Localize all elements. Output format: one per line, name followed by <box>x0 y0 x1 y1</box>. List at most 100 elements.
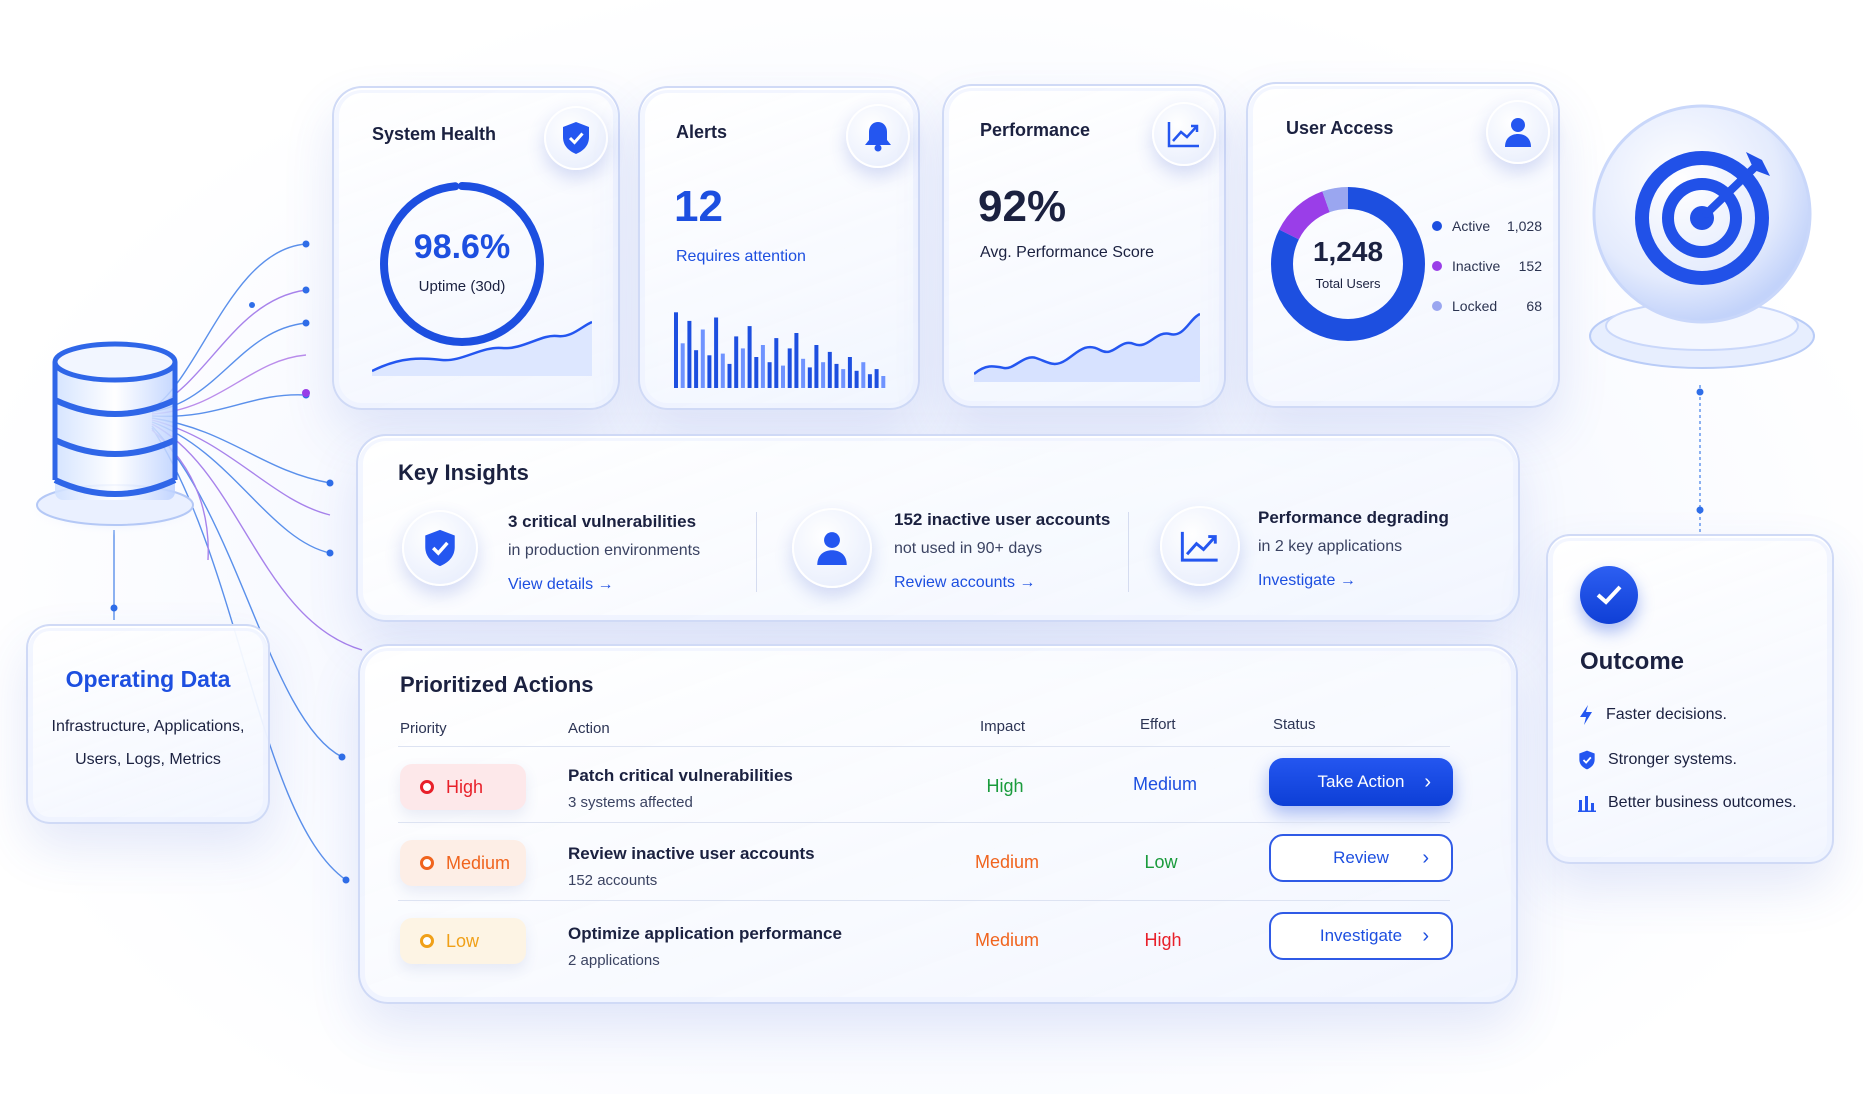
action-1-impact: High <box>986 776 1024 796</box>
investigate-label: Investigate <box>1319 926 1403 945</box>
action-2-impact: Medium <box>974 852 1040 872</box>
user-icon <box>817 532 847 565</box>
alert-bar <box>881 376 886 388</box>
performance-title: Performance <box>980 120 1091 140</box>
alert-bar <box>847 357 852 388</box>
alert-bar <box>794 333 799 388</box>
uptime-sparkline <box>372 320 592 376</box>
insight-divider-2 <box>1128 512 1129 592</box>
row-separator-2 <box>398 900 1450 901</box>
system-health-icon-bubble <box>544 106 608 170</box>
operating-data-line1: Infrastructure, Applications, <box>51 718 245 735</box>
row-separator-1 <box>398 822 1450 823</box>
alert-bar <box>821 362 826 388</box>
alert-bar <box>801 358 806 388</box>
insight-1-icon-bubble <box>402 510 478 586</box>
legend-inactive-label: Inactive <box>1452 258 1501 274</box>
legend-inactive-dot <box>1432 261 1442 271</box>
investigate-button[interactable]: Investigate › <box>1269 912 1453 960</box>
alert-bar <box>874 369 879 388</box>
alerts-caption: Requires attention <box>676 248 806 265</box>
target-icon <box>1586 104 1818 376</box>
col-priority: Priority <box>400 720 447 737</box>
legend-inactive-value: 152 <box>1518 258 1542 274</box>
priority-badge-low: Low <box>400 918 526 964</box>
action-1-title: Patch critical vulnerabilities <box>568 766 793 785</box>
shield-check-icon <box>1579 750 1595 770</box>
action-2-sub: 152 accounts <box>568 872 658 889</box>
alert-bar <box>807 367 812 388</box>
lightning-icon <box>1580 705 1592 725</box>
key-insights-title: Key Insights <box>398 460 529 485</box>
chevron-right-icon: › <box>1422 924 1429 947</box>
bar-chart-icon <box>1578 796 1596 812</box>
col-action: Action <box>568 720 610 737</box>
take-action-label: Take Action <box>1317 772 1405 791</box>
insight-divider-1 <box>756 512 757 592</box>
priority-dot-low <box>420 934 434 948</box>
system-health-card[interactable]: System Health 98.6% Uptime (30d) <box>332 86 620 410</box>
chevron-right-icon: › <box>1424 770 1431 793</box>
col-impact: Impact <box>980 718 1026 735</box>
priority-dot-high <box>420 780 434 794</box>
alert-bar <box>707 355 712 388</box>
alert-bar <box>694 350 699 388</box>
outcome-item-3: Better business outcomes. <box>1578 794 1797 812</box>
priority-badge-high: High <box>400 764 526 810</box>
alert-bar <box>700 329 705 388</box>
insight-2-title: 152 inactive user accounts <box>894 510 1111 529</box>
trend-up-icon <box>1180 531 1218 562</box>
alert-bar <box>674 312 678 388</box>
alert-bar <box>841 369 846 388</box>
alerts-icon-bubble <box>846 104 910 168</box>
priority-label-medium: Medium <box>446 852 511 873</box>
legend-locked: Locked 68 <box>1432 298 1542 314</box>
shield-check-icon <box>563 122 589 154</box>
alert-bar <box>740 348 745 388</box>
review-label: Review <box>1333 848 1389 867</box>
check-circle-icon <box>1580 566 1638 624</box>
operating-data-line2: Users, Logs, Metrics <box>75 751 221 768</box>
priority-badge-medium: Medium <box>400 840 526 886</box>
alert-bar <box>787 348 792 388</box>
outcome-title: Outcome <box>1580 648 1685 675</box>
alert-bar <box>827 351 832 388</box>
user-access-title: User Access <box>1286 118 1394 138</box>
bell-icon <box>865 122 891 152</box>
database-icon <box>20 340 210 540</box>
insight-1-title: 3 critical vulnerabilities <box>508 512 697 531</box>
insight-2-link[interactable]: Review accounts → <box>894 574 1035 592</box>
performance-icon-bubble <box>1152 102 1216 166</box>
alerts-count: 12 <box>674 182 723 231</box>
alerts-bar-chart <box>674 312 886 388</box>
uptime-value: 98.6% <box>413 228 511 266</box>
alert-bar <box>714 317 719 388</box>
user-access-card[interactable]: User Access 1,248 Total Users Active 1,02… <box>1246 82 1560 408</box>
prioritized-actions-title: Prioritized Actions <box>400 672 594 697</box>
alert-bar <box>734 336 739 388</box>
col-status: Status <box>1273 716 1316 733</box>
outcome-item-2: Stronger systems. <box>1578 750 1737 770</box>
alerts-card[interactable]: Alerts 12 Requires attention <box>638 86 920 410</box>
chevron-right-icon: › <box>1422 846 1429 869</box>
trend-up-icon <box>1167 122 1199 148</box>
insight-1-link[interactable]: View details → <box>508 576 614 594</box>
insight-1-sub: in production environments <box>508 542 701 559</box>
legend-locked-label: Locked <box>1452 298 1498 314</box>
performance-card[interactable]: Performance 92% Avg. Performance Score <box>942 84 1226 408</box>
action-1-sub: 3 systems affected <box>568 794 693 811</box>
alert-bar <box>767 362 772 388</box>
priority-label-low: Low <box>446 930 480 951</box>
legend-active: Active 1,028 <box>1432 218 1542 234</box>
insight-3-link[interactable]: Investigate → <box>1258 572 1356 590</box>
action-3-sub: 2 applications <box>568 952 660 969</box>
legend-active-dot <box>1432 221 1442 231</box>
review-button[interactable]: Review › <box>1269 834 1453 882</box>
insight-3-icon-bubble <box>1160 506 1240 586</box>
alert-bar <box>774 338 779 388</box>
key-insights-card: Key Insights 3 critical vulnerabilities … <box>356 434 1520 622</box>
take-action-button[interactable]: Take Action › <box>1269 758 1453 806</box>
action-3-impact: Medium <box>974 930 1040 950</box>
insight-3-sub: in 2 key applications <box>1258 538 1403 555</box>
outcome-item-1: Faster decisions. <box>1578 704 1727 726</box>
